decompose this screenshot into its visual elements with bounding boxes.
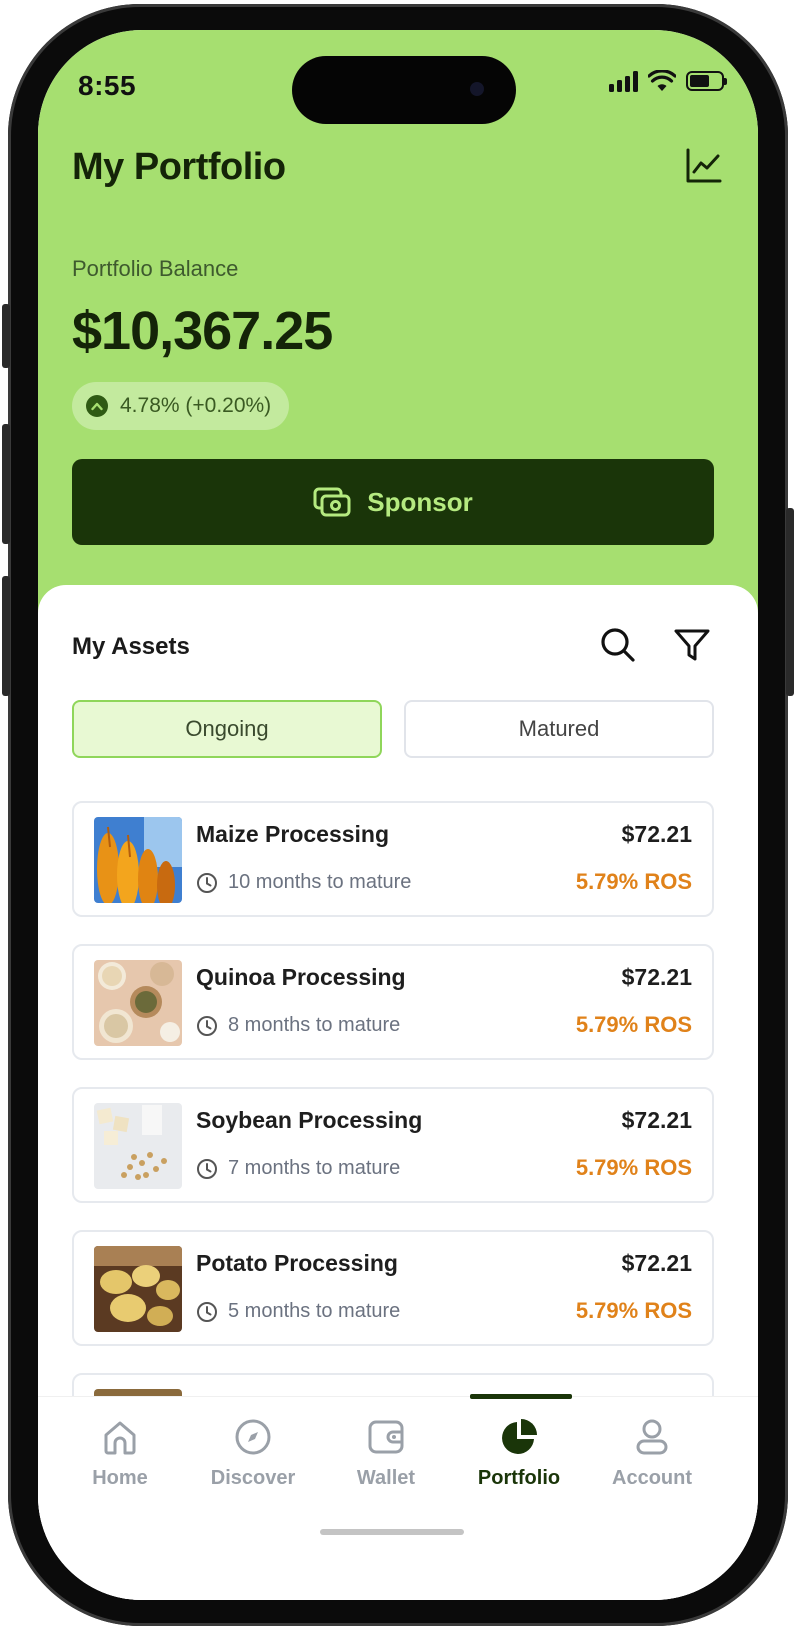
asset-maturity: 5 months to mature <box>196 1300 400 1323</box>
cellular-signal-icon <box>609 70 638 92</box>
action-button <box>2 304 10 368</box>
nav-portfolio-label: Portfolio <box>477 1467 561 1489</box>
asset-maturity: 7 months to mature <box>196 1157 400 1180</box>
page-title: My Portfolio <box>72 146 286 188</box>
balance-label: Portfolio Balance <box>72 256 239 281</box>
line-chart-icon[interactable] <box>684 146 724 186</box>
status-icons <box>609 70 727 92</box>
maize-image <box>94 817 182 903</box>
user-icon <box>636 1419 668 1455</box>
nav-account-label: Account <box>612 1467 692 1489</box>
home-indicator[interactable] <box>320 1529 464 1535</box>
volume-up-button <box>2 424 10 544</box>
asset-price: $72.21 <box>621 1107 692 1133</box>
nav-discover-label: Discover <box>210 1467 296 1489</box>
asset-maturity: 10 months to mature <box>196 871 411 894</box>
filter-icon[interactable] <box>672 625 712 665</box>
wallet-icon <box>368 1420 404 1454</box>
asset-name: Potato Processing <box>196 1250 398 1276</box>
tab-ongoing[interactable]: Ongoing <box>72 700 382 758</box>
nav-wallet-label: Wallet <box>356 1467 416 1489</box>
asset-name: Soybean Processing <box>196 1107 423 1133</box>
asset-name: Quinoa Processing <box>196 964 406 990</box>
arrow-up-icon <box>86 395 108 417</box>
clock-icon <box>197 1015 217 1036</box>
asset-ros: 5.79% ROS <box>575 1155 692 1180</box>
nav-home[interactable]: Home <box>60 1417 180 1490</box>
nav-home-label: Home <box>92 1467 148 1489</box>
quinoa-image <box>94 960 182 1046</box>
asset-price: $72.21 <box>621 821 692 847</box>
potato-image <box>94 1246 182 1332</box>
asset-card[interactable]: Potato Processing 5 months to mature $72… <box>72 1230 714 1346</box>
cash-icon <box>313 487 351 517</box>
phone-frame: 8:55 My Portfolio Portfolio Balance $10,… <box>2 4 794 1626</box>
asset-ros: 5.79% ROS <box>575 1298 692 1323</box>
balance-value: $10,367.25 <box>72 301 333 361</box>
nav-account[interactable]: Account <box>592 1417 712 1490</box>
asset-price: $72.21 <box>621 1250 692 1276</box>
balance-change-badge: 4.78% (+0.20%) <box>72 382 290 430</box>
asset-card[interactable]: Soybean Processing 7 months to mature $7… <box>72 1087 714 1203</box>
asset-tabs: Ongoing Matured <box>72 700 714 758</box>
asset-maturity-text: 5 months to mature <box>228 1300 401 1322</box>
asset-card[interactable]: Maize Processing 10 months to mature $72… <box>72 801 714 917</box>
asset-ros: 5.79% ROS <box>575 869 692 894</box>
balance-change-text: 4.78% (+0.20%) <box>120 394 272 417</box>
asset-ros: 5.79% ROS <box>575 1012 692 1037</box>
asset-maturity-text: 8 months to mature <box>228 1014 401 1036</box>
clock-icon <box>197 1158 217 1179</box>
asset-maturity: 8 months to mature <box>196 1014 400 1037</box>
power-button <box>786 508 794 696</box>
assets-title: My Assets <box>72 633 190 660</box>
compass-icon <box>235 1419 271 1455</box>
nav-active-indicator <box>470 1394 572 1399</box>
tab-matured[interactable]: Matured <box>404 700 714 758</box>
home-icon <box>104 1421 136 1455</box>
status-time: 8:55 <box>78 70 137 101</box>
asset-price: $72.21 <box>621 964 692 990</box>
clock-icon <box>197 872 217 893</box>
sponsor-button-label: Sponsor <box>367 486 473 517</box>
status-bar: 8:55 <box>38 30 758 140</box>
nav-portfolio[interactable]: Portfolio <box>459 1417 579 1490</box>
wifi-icon <box>648 70 676 91</box>
asset-maturity-text: 7 months to mature <box>228 1157 401 1179</box>
app-screen: 8:55 My Portfolio Portfolio Balance $10,… <box>38 30 758 1600</box>
sponsor-button[interactable]: Sponsor <box>72 459 714 545</box>
dynamic-island <box>292 56 516 124</box>
clock-icon <box>197 1301 217 1322</box>
battery-icon <box>686 71 727 91</box>
asset-maturity-text: 10 months to mature <box>228 871 412 893</box>
nav-wallet[interactable]: Wallet <box>326 1417 446 1490</box>
volume-down-button <box>2 576 10 696</box>
search-icon[interactable] <box>598 625 638 665</box>
soybean-image <box>94 1103 182 1189</box>
pie-chart-icon <box>502 1419 537 1454</box>
nav-discover[interactable]: Discover <box>193 1417 313 1490</box>
asset-name: Maize Processing <box>196 821 390 847</box>
asset-card[interactable]: Quinoa Processing 8 months to mature $72… <box>72 944 714 1060</box>
bottom-nav: Home Discover Wallet Portfolio Account <box>38 1394 758 1600</box>
